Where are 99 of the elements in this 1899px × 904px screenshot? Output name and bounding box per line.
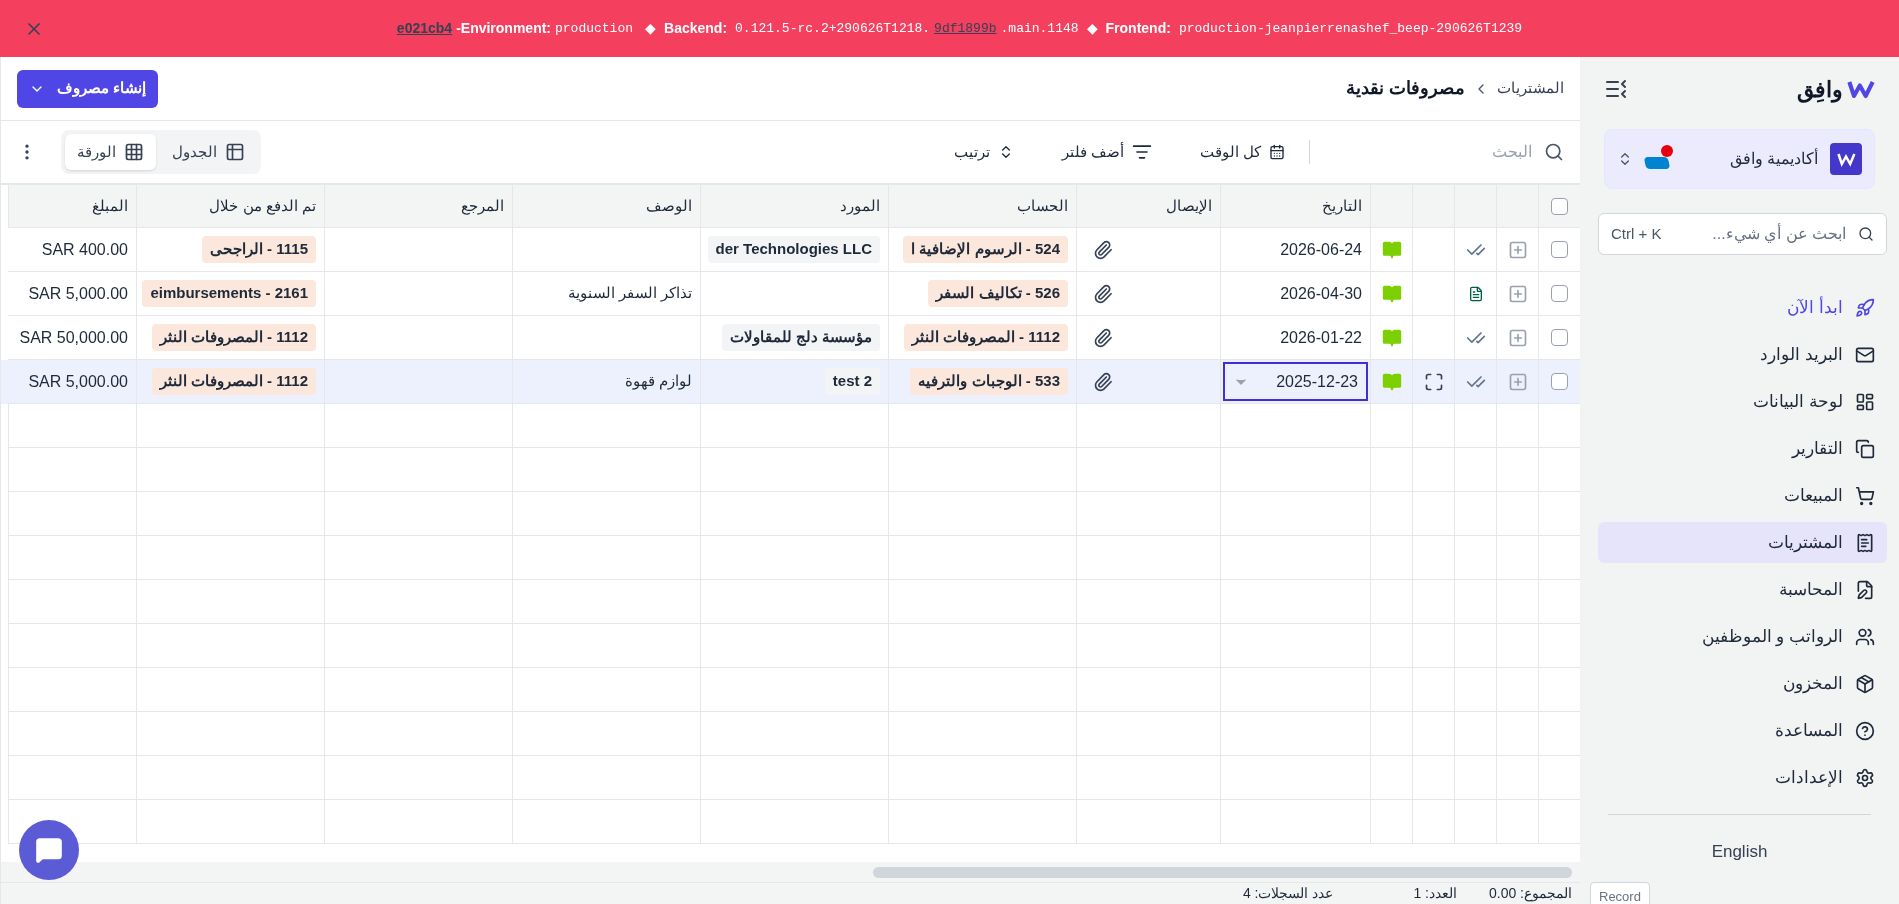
column-header[interactable]: المورد [840,194,880,218]
table-icon [225,142,245,162]
help-icon [1855,720,1875,741]
filter-icon [1131,142,1152,162]
payment-account-tag: 1112 - المصروفات النثر [151,368,316,395]
vendor-tag: مؤسسة دلج للمقاولات [721,324,880,351]
add-comment-icon[interactable] [1507,371,1528,392]
calendar-icon [1269,144,1285,160]
row-checkbox[interactable] [1551,373,1568,390]
amount-cell-text: SAR 400.00 [41,239,128,260]
selected-count: العدد: 1 [1413,884,1457,903]
column-header[interactable]: التاريخ [1322,194,1362,218]
row-checkbox[interactable] [1551,329,1568,346]
vendor-tag: der Technologies LLC [707,236,880,263]
sidebar-item[interactable]: المخزون [1598,663,1887,704]
account-tag: 533 - الوجبات والترفيه [910,368,1068,395]
add-comment-icon[interactable] [1507,327,1528,348]
rocket-icon [1855,297,1875,318]
attach-icon[interactable] [1093,283,1113,304]
amount-cell-text: SAR 5,000.00 [28,283,128,304]
column-header[interactable]: المرجع [461,194,504,218]
dashboard-icon [1855,391,1875,412]
edit-document-icon [1855,579,1875,600]
organization-logo-icon [1830,143,1862,175]
separator-glyph: ◆ [1086,19,1098,38]
column-header[interactable]: المبلغ [92,194,128,218]
frontend-label: Frontend: [1105,19,1171,38]
sidebar-item[interactable]: البريد الوارد [1598,334,1887,375]
period-button[interactable]: كل الوقت [1199,140,1285,164]
language-link[interactable]: English [1711,839,1768,865]
account-tag: 1112 - المصروفات النثر [903,324,1068,351]
amount-cell-text: SAR 5,000.00 [28,371,128,392]
users-icon [1855,626,1875,647]
search-icon [1858,226,1874,242]
backend-version: 0.121.5-rc.2+290626T1218. [735,19,931,38]
logo-text: وافِق [1797,75,1843,105]
breadcrumb-link[interactable]: المشتريات [1497,77,1564,100]
add-comment-icon[interactable] [1507,283,1528,304]
date-cell[interactable]: 2026-04-30 [1229,272,1362,315]
expand-icon[interactable] [1423,371,1444,392]
sidebar-item[interactable]: ابدأ الآن [1598,287,1887,328]
sidebar-item[interactable]: التقارير [1598,428,1887,469]
environment-value: production [555,19,634,38]
view-tab[interactable]: الورقة [65,134,156,170]
receipt-icon [1855,532,1875,553]
backend-label: Backend: [664,19,728,38]
environment-label: -Environment: [456,19,551,38]
sort-button[interactable]: ترتيب [953,140,1014,164]
payment-account-tag: 2161 - eimbursements [142,280,316,307]
organization-switcher[interactable]: أكاديمية وافق [1604,129,1875,189]
account-tag: 524 - الرسوم الإضافية ا [903,236,1068,263]
add-filter-button[interactable]: أضف فلتر [1061,140,1152,164]
view-tab[interactable]: الجدول [160,134,257,170]
sidebar-item[interactable]: المساعدة [1598,710,1887,751]
collapse-sidebar-icon[interactable] [1604,77,1628,101]
payment-account-tag: 1112 - المصروفات النثر [151,324,316,351]
attach-icon[interactable] [1093,371,1113,392]
sidebar-item[interactable]: لوحة البيانات [1598,381,1887,422]
sidebar-item[interactable]: المحاسبة [1598,569,1887,610]
copy-icon [1855,438,1875,459]
frontend-version: production-jeanpierrenashef_beep-290626T1239 [1178,19,1523,38]
record-button[interactable]: Record [1590,882,1650,904]
attach-icon[interactable] [1093,327,1113,348]
settings-icon [1855,767,1875,788]
description-cell-text: لوازم قهوة [624,371,692,392]
amount-cell-text: SAR 50,000.00 [19,327,128,348]
cart-icon [1855,485,1875,506]
sidebar-item[interactable]: المبيعات [1598,475,1887,516]
separator-glyph: ◆ [645,19,657,38]
row-checkbox[interactable] [1551,241,1568,258]
sidebar-item[interactable]: الإعدادات [1598,757,1887,798]
account-tag: 526 - تكاليف السفر [928,280,1068,307]
column-header[interactable]: الإيصال [1166,194,1212,218]
payment-account-tag: 1115 - الراجحى [201,236,316,263]
date-cell[interactable]: 2026-06-24 [1229,228,1362,271]
backend-build: .main.1148 [1000,19,1079,38]
create-expense-button[interactable]: إنشاء مصروف [17,69,159,108]
chat-icon [35,836,63,864]
organization-name: أكاديمية وافق [1729,147,1818,170]
sidebar-item[interactable]: المشتريات [1598,522,1887,563]
description-cell-text: تذاكر السفر السنوية [567,283,692,304]
box-icon [1855,673,1875,694]
vendor-tag: test 2 [824,368,880,395]
add-comment-icon[interactable] [1507,239,1528,260]
attach-icon[interactable] [1093,239,1113,260]
select-all-checkbox[interactable] [1551,197,1568,215]
sidebar-item[interactable]: الرواتب و الموظفين [1598,616,1887,657]
horizontal-scrollbar[interactable] [872,866,1572,878]
date-cell[interactable]: 2025-12-23 [1223,362,1368,401]
total-sum: المجموع: 0.00 [1488,884,1572,904]
document-icon [1467,285,1484,302]
column-header[interactable]: الحساب [1017,194,1068,218]
search-icon [1544,142,1564,162]
column-header[interactable]: الوصف [646,194,692,218]
row-checkbox[interactable] [1551,285,1568,302]
record-count: عدد السجلات: 4 [1242,884,1334,903]
grid-icon [124,142,144,162]
page-title: مصروفات نقدية [1346,77,1465,101]
date-cell[interactable]: 2026-01-22 [1229,316,1362,359]
